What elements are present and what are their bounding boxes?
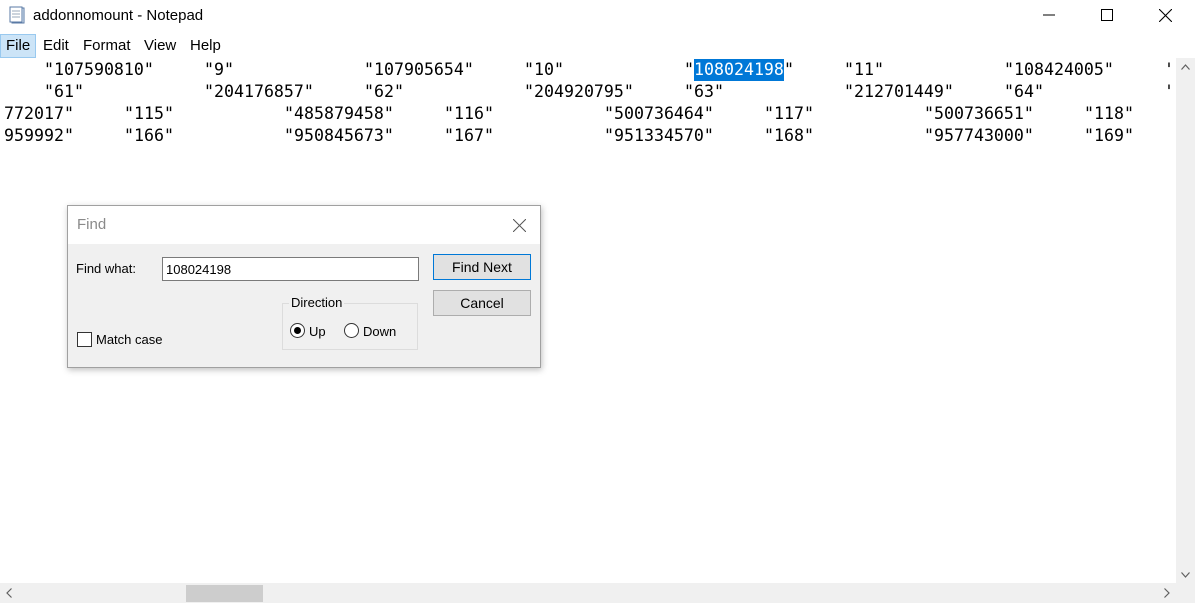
horizontal-scroll-thumb[interactable] [186, 585, 263, 602]
window-title: addonnomount - Notepad [33, 7, 204, 24]
find-what-label: Find what: [76, 261, 136, 276]
text-cell: "108424005" [1004, 60, 1114, 79]
text-cell: ' [1164, 60, 1174, 79]
menu-file[interactable]: File [0, 34, 37, 58]
direction-up-label[interactable]: Up [309, 324, 326, 339]
text-cell: "107590810" [44, 60, 154, 79]
minimize-button[interactable] [1020, 0, 1078, 30]
text-cell: "485879458" [284, 104, 394, 123]
text-cell: " [784, 60, 794, 79]
find-dialog-title: Find [77, 216, 107, 233]
horizontal-scrollbar[interactable] [0, 583, 1176, 603]
text-line: "61" "204176857" "62" "204920795" "63" "… [0, 81, 1174, 103]
direction-up-radio[interactable] [290, 323, 305, 338]
text-cell: "63" [684, 82, 724, 101]
text-cell: "118" [1084, 104, 1134, 123]
menu-help[interactable]: Help [185, 34, 226, 58]
scroll-down-arrow-icon[interactable] [1176, 566, 1195, 583]
radio-selected-dot [294, 327, 301, 334]
text-cell: "500736464" [604, 104, 714, 123]
menu-edit[interactable]: Edit [38, 34, 74, 58]
find-next-button[interactable]: Find Next [433, 254, 531, 280]
match-case-checkbox[interactable] [77, 332, 92, 347]
scroll-up-arrow-icon[interactable] [1176, 58, 1195, 75]
text-cell: "204920795" [524, 82, 634, 101]
text-cell: "950845673" [284, 126, 394, 145]
menu-format[interactable]: Format [78, 34, 136, 58]
direction-down-label[interactable]: Down [363, 324, 396, 339]
find-dialog: Find Find what: Find Next Cancel Directi… [67, 205, 541, 368]
text-cell: "951334570" [604, 126, 714, 145]
text-cell: "107905654" [364, 60, 474, 79]
text-cell: "117" [764, 104, 814, 123]
text-cell: "115" [124, 104, 174, 123]
text-cell: "166" [124, 126, 174, 145]
vertical-scrollbar[interactable] [1176, 58, 1195, 583]
minimize-icon [1043, 14, 1055, 16]
direction-label: Direction [289, 295, 345, 310]
find-dialog-titlebar[interactable]: Find [68, 206, 540, 244]
text-cell: "9" [204, 60, 234, 79]
text-cell: " [684, 60, 694, 79]
text-cell: 772017" [4, 104, 74, 123]
menu-view[interactable]: View [139, 34, 181, 58]
scrollbar-corner [1176, 583, 1195, 603]
text-cell: "169" [1084, 126, 1134, 145]
find-what-input[interactable] [162, 257, 419, 281]
scroll-right-arrow-icon[interactable] [1158, 583, 1175, 603]
text-line: "107590810" "9" "107905654" "10" " 10802… [0, 59, 1174, 81]
text-cell: "64" [1004, 82, 1044, 101]
text-cell: 959992" [4, 126, 74, 145]
text-cell: "212701449" [844, 82, 954, 101]
text-cell: "957743000" [924, 126, 1034, 145]
close-icon [1158, 8, 1172, 22]
selected-text: 108024198 [694, 59, 784, 81]
text-cell: "10" [524, 60, 564, 79]
text-line: 959992" "166" "950845673" "167" "9513345… [0, 125, 1134, 147]
menu-bar: File Edit Format View Help [0, 34, 1195, 58]
text-line: 772017" "115" "485879458" "116" "5007364… [0, 103, 1134, 125]
text-cell: "116" [444, 104, 494, 123]
text-cell: "62" [364, 82, 404, 101]
close-button[interactable] [1136, 0, 1194, 30]
text-cell: "167" [444, 126, 494, 145]
text-cell: "11" [844, 60, 884, 79]
text-cell: ' [1164, 82, 1174, 101]
text-cell: "168" [764, 126, 814, 145]
notepad-icon [9, 6, 27, 24]
text-cell: "204176857" [204, 82, 314, 101]
maximize-icon [1101, 9, 1113, 21]
scroll-left-arrow-icon[interactable] [0, 583, 17, 603]
close-icon [512, 218, 526, 232]
title-bar: addonnomount - Notepad [0, 0, 1195, 32]
text-cell: "61" [44, 82, 84, 101]
cancel-button[interactable]: Cancel [433, 290, 531, 316]
dialog-close-button[interactable] [508, 215, 530, 235]
text-cell: "500736651" [924, 104, 1034, 123]
direction-down-radio[interactable] [344, 323, 359, 338]
match-case-label[interactable]: Match case [96, 332, 162, 347]
maximize-button[interactable] [1078, 0, 1136, 30]
